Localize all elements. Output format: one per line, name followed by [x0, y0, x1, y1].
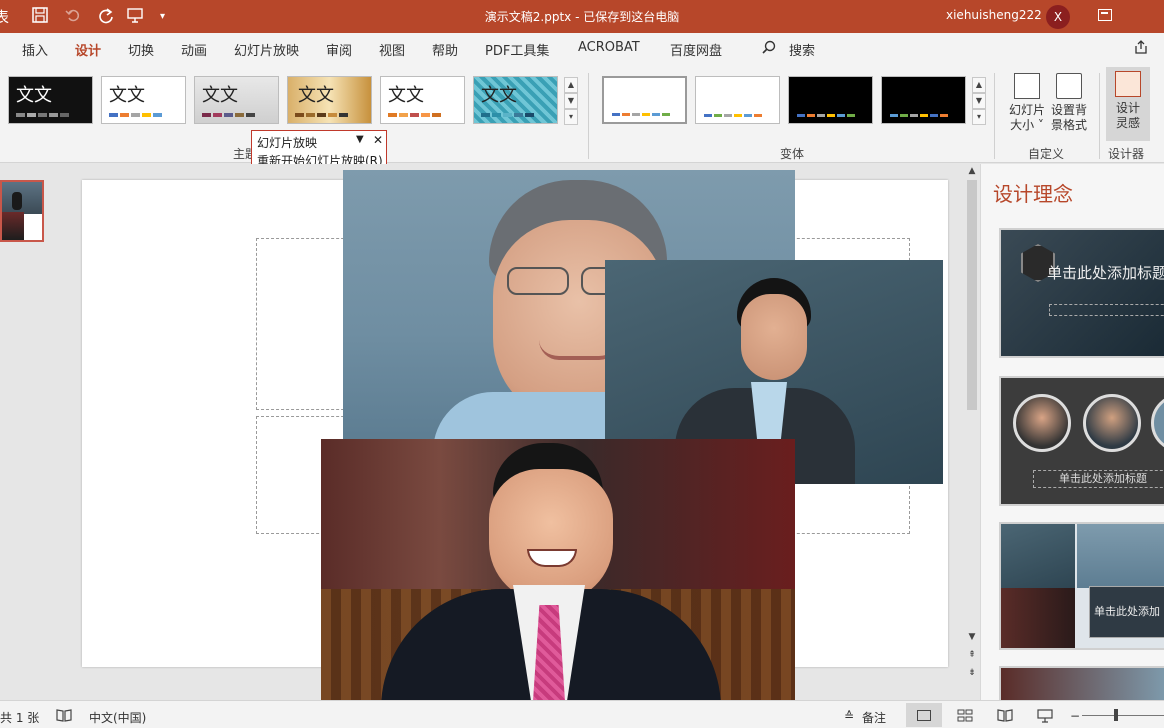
reading-view-icon[interactable]: [997, 709, 1013, 725]
theme-thumbnail-2[interactable]: 文文: [101, 76, 186, 124]
variant-thumbnail-3[interactable]: [788, 76, 873, 124]
scrollbar-thumb[interactable]: [967, 180, 977, 410]
design-ideas-button[interactable]: 设计 灵感: [1106, 67, 1150, 141]
themes-more-icon[interactable]: ▾: [564, 109, 578, 125]
slide-size-button[interactable]: 幻灯片 大小 ˅: [1004, 73, 1050, 133]
share-icon[interactable]: [1134, 40, 1148, 58]
tab-animations[interactable]: 动画: [181, 40, 207, 59]
variant-thumbnail-4[interactable]: [881, 76, 966, 124]
search-icon[interactable]: [762, 40, 776, 58]
design-idea-3[interactable]: 单击此处添加: [999, 522, 1164, 650]
variants-scroll-up-icon[interactable]: ▲: [972, 77, 986, 93]
theme-thumbnail-3[interactable]: 文文: [194, 76, 279, 124]
slide-thumbnails-pane: [0, 164, 66, 700]
tab-transitions[interactable]: 切换: [128, 40, 154, 59]
theme-thumbnail-4[interactable]: 文文: [287, 76, 372, 124]
close-icon[interactable]: ✕: [373, 133, 383, 147]
user-name[interactable]: xiehuisheng222: [946, 8, 1042, 22]
tab-search[interactable]: 搜索: [789, 40, 815, 59]
themes-scroll-up-icon[interactable]: ▲: [564, 77, 578, 93]
slide-thumbnail-1[interactable]: [0, 180, 44, 242]
theme-thumbnail-1[interactable]: 文文: [8, 76, 93, 124]
zoom-out-icon[interactable]: −: [1070, 709, 1080, 723]
tab-pdf-tools[interactable]: PDF工具集: [485, 40, 549, 59]
tab-acrobat[interactable]: ACROBAT: [578, 40, 640, 55]
notes-button[interactable]: 备注: [862, 709, 886, 726]
normal-view-icon[interactable]: [917, 710, 931, 721]
design-idea-1[interactable]: 单击此处添加标题: [999, 228, 1164, 358]
slide-size-icon: [1014, 73, 1040, 99]
design-idea-4[interactable]: [999, 666, 1164, 700]
variants-scroll-down-icon[interactable]: ▼: [972, 93, 986, 109]
theme-thumbnail-5[interactable]: 文文: [380, 76, 465, 124]
slideshow-view-icon[interactable]: [1037, 709, 1053, 726]
popup-title: 幻灯片放映: [257, 136, 318, 150]
tab-design[interactable]: 设计: [75, 40, 102, 67]
theme-thumbnail-6[interactable]: 文文: [473, 76, 558, 124]
slide-sorter-icon[interactable]: [957, 709, 973, 725]
avatar[interactable]: X: [1046, 5, 1070, 29]
tab-view[interactable]: 视图: [379, 40, 405, 59]
notes-icon[interactable]: ≙: [844, 709, 854, 723]
zoom-slider-thumb[interactable]: [1114, 709, 1118, 721]
format-background-button[interactable]: 设置背 景格式: [1048, 73, 1090, 133]
variants-more-icon[interactable]: ▾: [972, 109, 986, 125]
next-slide-icon[interactable]: ⇟: [966, 668, 978, 678]
design-ideas-icon: [1115, 71, 1141, 97]
themes-scroll-down-icon[interactable]: ▼: [564, 93, 578, 109]
spell-check-icon[interactable]: [56, 709, 72, 725]
vertical-scrollbar[interactable]: ▲ ▼ ⇞ ⇟: [964, 164, 980, 700]
tab-help[interactable]: 帮助: [432, 40, 458, 59]
previous-slide-icon[interactable]: ⇞: [966, 650, 978, 660]
scroll-down-icon[interactable]: ▼: [966, 632, 978, 642]
design-idea-2[interactable]: 单击此处添加标题: [999, 376, 1164, 506]
popup-dropdown-icon[interactable]: ▼: [356, 134, 364, 145]
ribbon-tabs: 插入 设计 切换 动画 幻灯片放映 审阅 视图 帮助 PDF工具集 ACROBA…: [0, 33, 1164, 67]
group-label-customize: 自定义: [1028, 147, 1065, 161]
format-background-icon: [1056, 73, 1082, 99]
variant-thumbnail-1[interactable]: [602, 76, 687, 124]
slide-photo-3[interactable]: [321, 439, 795, 700]
language-status[interactable]: 中文(中国): [89, 709, 146, 726]
design-ideas-title: 设计理念: [993, 182, 1073, 206]
scroll-up-icon[interactable]: ▲: [966, 166, 978, 176]
ribbon: 文文 文文 文文 文文 文文 文文 ▲ ▼ ▾ 主题 ▲ ▼ ▾ 变体 幻灯片 …: [0, 65, 1164, 163]
tab-slideshow[interactable]: 幻灯片放映: [234, 40, 299, 59]
tab-baidu-netdisk[interactable]: 百度网盘: [670, 40, 722, 59]
slide-count: 共 1 张: [0, 711, 40, 725]
ribbon-display-options-icon[interactable]: [1098, 9, 1112, 21]
zoom-slider[interactable]: [1082, 715, 1164, 716]
status-bar: 共 1 张 中文(中国) ≙ 备注 −: [0, 700, 1164, 728]
title-bar: 表 ▾ 演示文稿2.pptx - 已保存到这台电脑 xiehuisheng222…: [0, 0, 1164, 33]
design-ideas-pane: 设计理念 单击此处添加标题 单击此处添加标题 单击此处添加: [980, 164, 1164, 700]
tab-insert[interactable]: 插入: [22, 40, 48, 59]
tab-review[interactable]: 审阅: [326, 40, 352, 59]
group-label-variants: 变体: [780, 147, 805, 161]
variant-thumbnail-2[interactable]: [695, 76, 780, 124]
group-label-designer: 设计器: [1108, 147, 1145, 161]
